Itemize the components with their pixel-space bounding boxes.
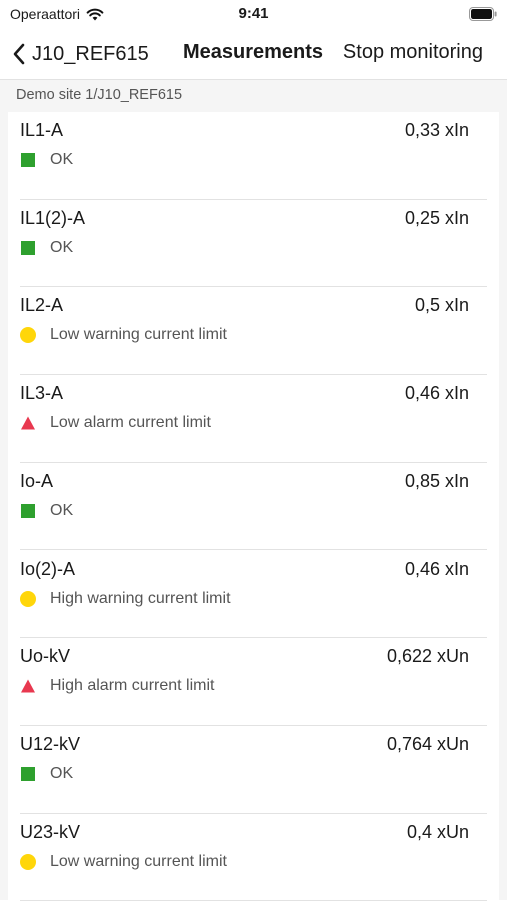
measurement-row[interactable]: U12-kV 0,764 xUn OK	[20, 726, 487, 814]
status-time: 9:41	[238, 5, 269, 22]
status-text: Low alarm current limit	[50, 414, 211, 432]
status-text: OK	[50, 151, 74, 168]
status-text: Low warning current limit	[50, 326, 227, 344]
measurement-status: OK	[20, 151, 73, 169]
ok-square-icon	[21, 503, 35, 518]
back-button[interactable]: J10_REF615	[12, 38, 149, 70]
measurement-name: IL1(2)-A	[20, 207, 86, 228]
measurement-value: 0,4 xUn	[406, 821, 469, 842]
measurement-status: Low warning current limit	[20, 326, 227, 344]
measurement-row[interactable]: Io-A 0,85 xIn OK	[20, 463, 487, 551]
stop-monitoring-button[interactable]: Stop monitoring	[343, 41, 483, 64]
measurement-name: IL2-A	[20, 295, 64, 316]
measurement-list: IL1-A 0,33 xIn OK IL1(2)-A 0,25 xIn OK IL2-A 0,…	[0, 112, 507, 901]
alarm-triangle-icon	[20, 415, 36, 431]
measurement-status: Low warning current limit	[20, 853, 227, 871]
measurement-name: Io(2)-A	[20, 558, 76, 579]
chevron-left-icon	[13, 43, 25, 65]
status-text: OK	[50, 764, 74, 782]
measurement-value: 0,622 xUn	[386, 646, 469, 667]
measurement-status: High warning current limit	[20, 590, 231, 608]
measurement-value: 0,46 xIn	[404, 383, 469, 404]
measurement-list-panel: IL1-A 0,33 xIn OK IL1(2)-A 0,25 xIn OK IL2-A 0,…	[8, 112, 499, 901]
measurement-row[interactable]: IL2-A 0,5 xIn Low warning current limit	[20, 287, 487, 376]
page-title: Measurements	[183, 41, 324, 63]
status-text: OK	[50, 238, 74, 256]
status-text: Low warning current limit	[50, 852, 227, 870]
breadcrumb: Demo site 1/J10_REF615	[0, 80, 507, 112]
measurement-status: OK	[20, 765, 73, 783]
measurement-status: OK	[20, 502, 73, 520]
measurement-row[interactable]: Uo-kV 0,622 xUn High alarm current limit	[20, 638, 487, 726]
measurement-row[interactable]: Io(2)-A 0,46 xIn High warning current limi…	[20, 551, 487, 639]
measurement-row[interactable]: IL1(2)-A 0,25 xIn OK	[20, 200, 487, 288]
warning-circle-icon	[20, 327, 36, 344]
ok-square-icon	[21, 766, 35, 781]
measurement-value: 0,85 xIn	[404, 470, 469, 491]
measurement-name: Uo-kV	[20, 646, 71, 667]
measurement-value: 0,46 xIn	[404, 558, 469, 579]
ok-square-icon	[21, 153, 35, 167]
measurement-row[interactable]: IL1-A 0,33 xIn OK	[20, 112, 487, 200]
measurement-row[interactable]: IL3-A 0,46 xIn Low alarm current limit	[20, 375, 487, 463]
measurement-name: IL1-A	[20, 120, 64, 140]
status-text: High alarm current limit	[50, 677, 215, 695]
measurement-name: U12-kV	[20, 733, 81, 754]
measurement-value: 0,25 xIn	[404, 207, 469, 228]
measurement-row[interactable]: U23-kV 0,4 xUn Low warning current limit	[20, 814, 487, 901]
warning-circle-icon	[20, 853, 36, 870]
status-text: High warning current limit	[50, 589, 231, 607]
measurement-value: 0,33 xIn	[404, 120, 469, 140]
alarm-triangle-icon	[20, 678, 36, 694]
navigation-bar: J10_REF615 Measurements Stop monitoring	[0, 28, 507, 80]
back-label: J10_REF615	[32, 42, 149, 65]
measurement-value: 0,764 xUn	[386, 733, 469, 754]
warning-circle-icon	[20, 590, 36, 607]
battery-icon	[469, 7, 497, 21]
measurement-value: 0,5 xIn	[414, 295, 469, 316]
measurement-name: U23-kV	[20, 821, 81, 842]
measurement-name: IL3-A	[20, 383, 64, 404]
measurement-status: Low alarm current limit	[20, 414, 211, 432]
measurement-name: Io-A	[20, 470, 54, 491]
status-text: OK	[50, 501, 74, 519]
status-bar: Operaattori 9:41	[0, 0, 507, 28]
ok-square-icon	[21, 240, 35, 255]
measurement-status: OK	[20, 239, 73, 257]
measurement-status: High alarm current limit	[20, 677, 214, 695]
